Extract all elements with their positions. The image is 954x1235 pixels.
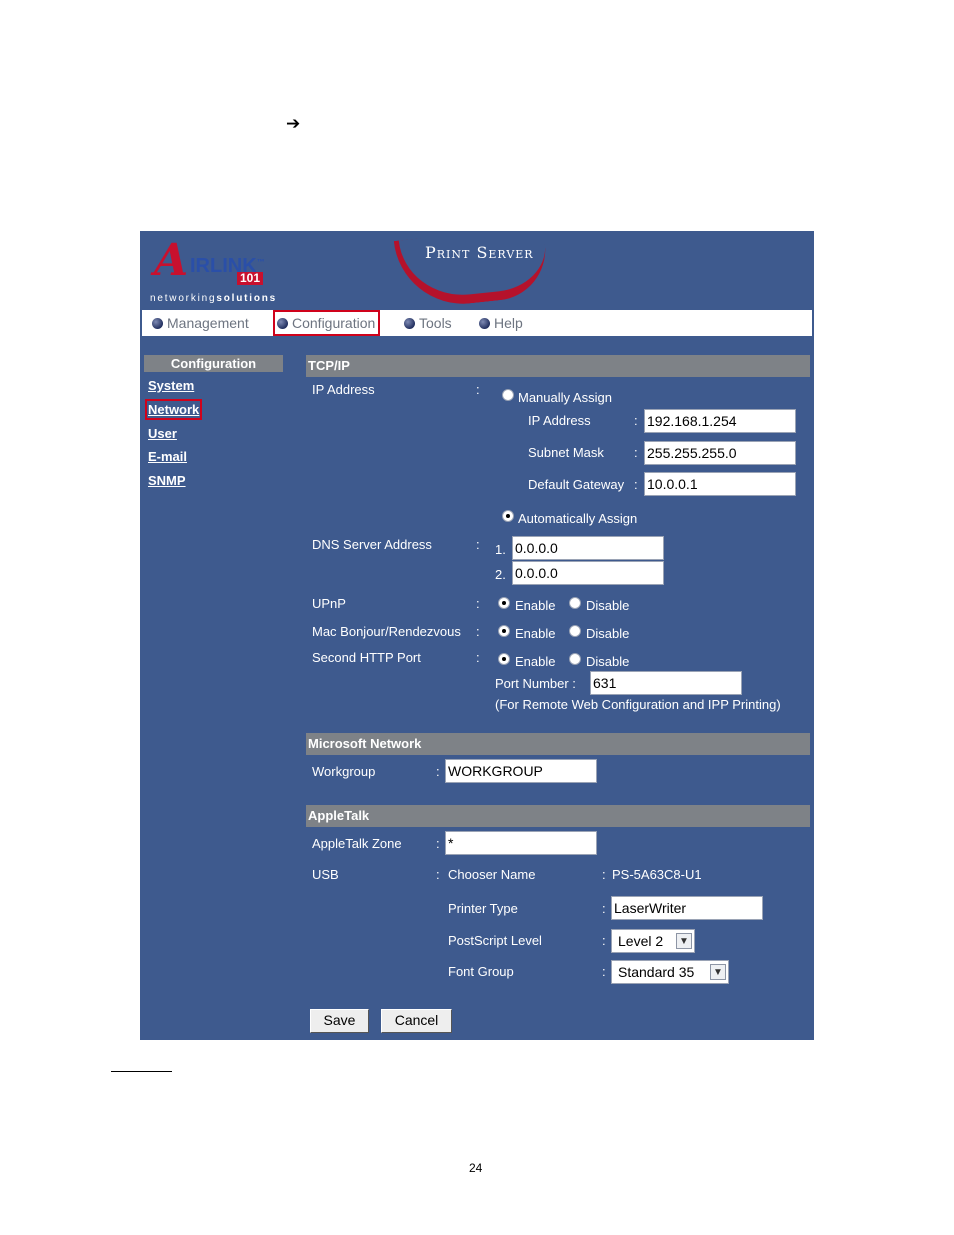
http-disable-label: Disable [586, 654, 630, 669]
upnp-label: UPnP [312, 596, 346, 611]
port-number-input[interactable]: 631 [590, 671, 742, 695]
appletalk-zone-label: AppleTalk Zone [312, 836, 402, 851]
upnp-enable-label: Enable [515, 598, 556, 613]
chooser-name-label: Chooser Name [448, 867, 536, 882]
auto-assign-radio[interactable] [502, 510, 514, 522]
manual-assign-label: Manually Assign [518, 390, 612, 405]
sidebar-heading: Configuration [144, 355, 283, 372]
colon: : [476, 382, 480, 397]
colon: : [634, 445, 638, 460]
workgroup-input[interactable]: WORKGROUP [445, 759, 597, 783]
bullet-icon [152, 317, 163, 329]
colon: : [476, 537, 480, 552]
appletalk-zone-input[interactable]: * [445, 831, 597, 855]
bonjour-enable-radio[interactable] [498, 625, 510, 637]
colon: : [436, 764, 440, 779]
colon: : [602, 901, 606, 916]
sidebar-item-user[interactable]: User [148, 426, 177, 441]
top-nav: Management Configuration Tools Help [142, 310, 812, 336]
ip-field-label: IP Address [528, 413, 591, 428]
auto-assign-label: Automatically Assign [518, 511, 638, 526]
upnp-disable-label: Disable [586, 598, 630, 613]
bullet-icon [479, 317, 490, 329]
bullet-icon [404, 317, 415, 329]
cancel-button[interactable]: Cancel [381, 1009, 452, 1033]
nav-management[interactable]: Management [152, 310, 249, 336]
footnote-rule [111, 1071, 172, 1072]
section-tcpip: TCP/IP [306, 355, 810, 377]
logo-tagline: networkingsolutions [150, 293, 278, 304]
bonjour-label: Mac Bonjour/Rendezvous [312, 624, 461, 639]
bonjour-disable-radio[interactable] [569, 625, 581, 637]
sidebar-item-network[interactable]: Network [144, 399, 203, 420]
ip-address-label: IP Address [312, 382, 375, 397]
section-microsoft-network: Microsoft Network [306, 733, 810, 755]
chooser-name-value: PS-5A63C8-U1 [612, 867, 702, 882]
font-group-label: Font Group [448, 964, 514, 979]
arrow-glyph: ➔ [286, 114, 301, 134]
http-disable-radio[interactable] [569, 653, 581, 665]
second-http-label: Second HTTP Port [312, 650, 421, 665]
colon: : [476, 596, 480, 611]
postscript-level-label: PostScript Level [448, 933, 542, 948]
postscript-level-select[interactable]: Level 2 ▼ [611, 929, 695, 953]
dns-server-label: DNS Server Address [312, 537, 432, 552]
save-button[interactable]: Save [310, 1009, 369, 1033]
logo-number: 101 [237, 272, 264, 285]
upnp-enable-radio[interactable] [498, 597, 510, 609]
colon: : [602, 867, 606, 882]
printer-type-label: Printer Type [448, 901, 518, 916]
colon: : [476, 650, 480, 665]
ip-address-input[interactable]: 192.168.1.254 [644, 409, 796, 433]
dns1-index: 1. [495, 542, 506, 557]
dns2-index: 2. [495, 567, 506, 582]
logo-letter: A [154, 235, 189, 286]
bullet-icon [277, 317, 288, 329]
colon: : [436, 836, 440, 851]
colon: : [634, 413, 638, 428]
dns1-input[interactable]: 0.0.0.0 [512, 536, 664, 560]
print-server-ui: A IRLINK™ 101 networkingsolutions Print … [140, 231, 814, 1040]
nav-tools[interactable]: Tools [404, 310, 452, 336]
font-group-select[interactable]: Standard 35 ▼ [611, 960, 729, 984]
page-number: 24 [469, 1161, 483, 1175]
product-title: Print Server [425, 243, 534, 262]
colon: : [436, 867, 440, 882]
colon: : [634, 477, 638, 492]
http-enable-label: Enable [515, 654, 556, 669]
nav-configuration[interactable]: Configuration [273, 310, 381, 336]
chevron-down-icon: ▼ [710, 964, 726, 980]
sidebar-item-snmp[interactable]: SNMP [148, 473, 186, 488]
bonjour-disable-label: Disable [586, 626, 630, 641]
section-appletalk: AppleTalk [306, 805, 810, 827]
nav-help[interactable]: Help [479, 310, 523, 336]
workgroup-label: Workgroup [312, 764, 376, 779]
colon: : [476, 624, 480, 639]
port-number-label: Port Number : [495, 676, 576, 691]
manual-assign-radio[interactable] [502, 389, 514, 401]
bonjour-enable-label: Enable [515, 626, 556, 641]
chevron-down-icon: ▼ [676, 933, 692, 949]
colon: : [602, 933, 606, 948]
printer-type-input[interactable]: LaserWriter [611, 896, 763, 920]
upnp-disable-radio[interactable] [569, 597, 581, 609]
usb-label: USB [312, 867, 339, 882]
default-gateway-label: Default Gateway [528, 477, 625, 492]
default-gateway-input[interactable]: 10.0.0.1 [644, 472, 796, 496]
sidebar-item-email[interactable]: E-mail [148, 449, 187, 464]
dns2-input[interactable]: 0.0.0.0 [512, 561, 664, 585]
sidebar-item-system[interactable]: System [148, 378, 194, 393]
colon: : [602, 964, 606, 979]
port-note: (For Remote Web Configuration and IPP Pr… [495, 697, 781, 712]
subnet-mask-label: Subnet Mask [528, 445, 604, 460]
subnet-mask-input[interactable]: 255.255.255.0 [644, 441, 796, 465]
http-enable-radio[interactable] [498, 653, 510, 665]
